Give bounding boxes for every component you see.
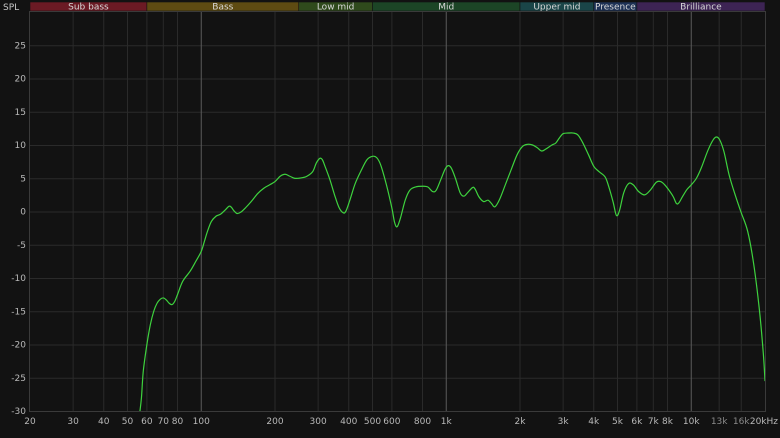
y-tick-label: -10 [11, 274, 26, 284]
y-tick-label: -30 [11, 407, 26, 417]
y-tick-label: 25 [15, 41, 26, 51]
chart-background [0, 0, 780, 438]
x-tick-label: 7k [648, 417, 660, 427]
y-tick-label: 15 [15, 108, 26, 118]
x-tick-label: 60 [141, 417, 153, 427]
x-tick-label: 500 [364, 417, 381, 427]
y-tick-label: -20 [11, 341, 26, 351]
x-tick-label: 8k [662, 417, 674, 427]
y-axis-label: SPL [3, 3, 19, 13]
x-tick-label: 800 [414, 417, 431, 427]
x-tick-label: 80 [172, 417, 184, 427]
frequency-response-chart: Sub bass Bass Low mid Mid Upper mid Presence B… [0, 0, 780, 438]
x-tick-label: 400 [340, 417, 357, 427]
x-tick-label: 20 [24, 417, 36, 427]
x-tick-label: 50 [122, 417, 134, 427]
y-tick-label: 5 [20, 174, 26, 184]
y-tick-label: -5 [17, 241, 26, 251]
x-tick-label: 10k [683, 417, 700, 427]
x-tick-label: 100 [193, 417, 210, 427]
x-tick-label: 40 [98, 417, 110, 427]
x-tick-label: 2k [515, 417, 527, 427]
x-tick-label: 1k [441, 417, 453, 427]
x-tick-label: 30 [67, 417, 79, 427]
x-tick-label: 5k [612, 417, 624, 427]
y-tick-label: -15 [11, 307, 26, 317]
x-tick-label: 200 [266, 417, 283, 427]
frequency-bands: Sub bass Bass Low mid Mid Upper mid Presence B… [29, 1, 766, 13]
x-tick-label: 3k [558, 417, 570, 427]
x-tick-label: 70 [158, 417, 170, 427]
x-tick-label: 13k [711, 417, 728, 427]
y-tick-label: 10 [15, 141, 27, 151]
x-tick-label: 300 [310, 417, 327, 427]
x-tick-label: 20kHz [750, 417, 778, 427]
x-tick-label: 600 [383, 417, 400, 427]
y-tick-label: 20 [15, 75, 27, 85]
y-tick-label: -25 [11, 374, 26, 384]
x-tick-label: 4k [588, 417, 600, 427]
y-tick-label: 0 [20, 208, 26, 218]
x-tick-label: 16k [733, 417, 750, 427]
x-tick-label: 6k [631, 417, 643, 427]
